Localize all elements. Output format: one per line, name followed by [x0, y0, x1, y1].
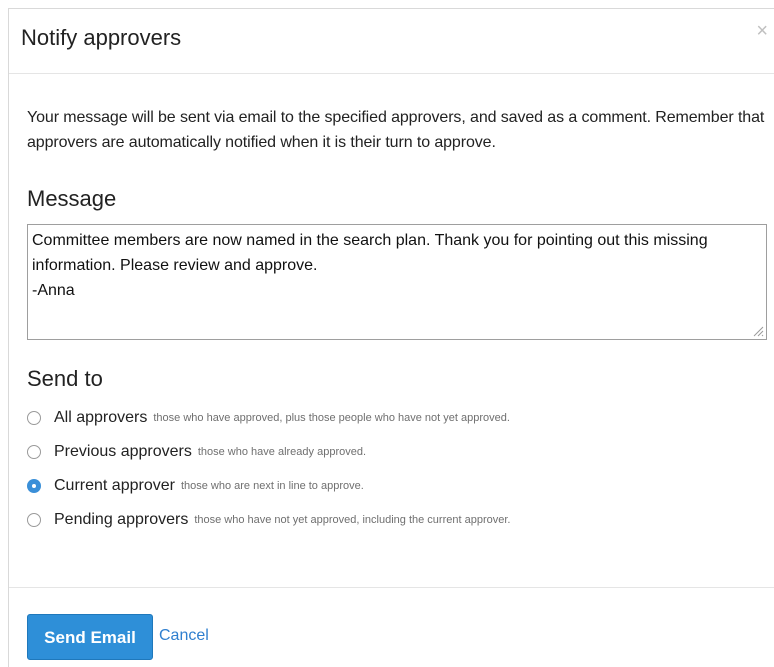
resize-grip-icon[interactable]: [752, 325, 764, 337]
radio-unchecked-icon[interactable]: [27, 445, 41, 459]
dialog-header: Notify approvers ×: [9, 9, 774, 74]
send-to-label: Send to: [27, 366, 103, 391]
cancel-link[interactable]: Cancel: [159, 625, 209, 647]
option-previous-approvers[interactable]: Previous approvers those who have alread…: [27, 435, 767, 469]
option-label: Current approver: [54, 477, 175, 494]
option-description: those who have not yet approved, includi…: [194, 514, 511, 526]
intro-text: Your message will be sent via email to t…: [27, 109, 765, 151]
radio-checked-icon[interactable]: [27, 479, 41, 493]
option-current-approver[interactable]: Current approver those who are next in l…: [27, 469, 767, 503]
radio-unchecked-icon[interactable]: [27, 513, 41, 527]
option-label: Previous approvers: [54, 443, 192, 460]
notify-approvers-dialog: Notify approvers × Your message will be …: [8, 8, 774, 667]
message-label: Message: [27, 186, 117, 211]
dialog-title: Notify approvers: [21, 25, 182, 50]
option-description: those who have already approved.: [197, 446, 367, 458]
send-to-options: All approvers those who have approved, p…: [27, 401, 767, 537]
option-label: All approvers: [54, 409, 148, 426]
close-icon[interactable]: ×: [756, 19, 768, 43]
option-label: Pending approvers: [54, 511, 189, 528]
message-textarea-container: Committee members are now named in the s…: [27, 224, 767, 340]
option-description: those who are next in line to approve.: [180, 480, 364, 492]
send-email-button[interactable]: Send Email: [27, 614, 153, 660]
radio-unchecked-icon[interactable]: [27, 411, 41, 425]
option-description: those who have approved, plus those peop…: [153, 412, 510, 424]
footer-divider: [9, 587, 774, 588]
option-pending-approvers[interactable]: Pending approvers those who have not yet…: [27, 503, 767, 537]
option-all-approvers[interactable]: All approvers those who have approved, p…: [27, 401, 767, 435]
message-textarea[interactable]: Committee members are now named in the s…: [28, 225, 766, 339]
